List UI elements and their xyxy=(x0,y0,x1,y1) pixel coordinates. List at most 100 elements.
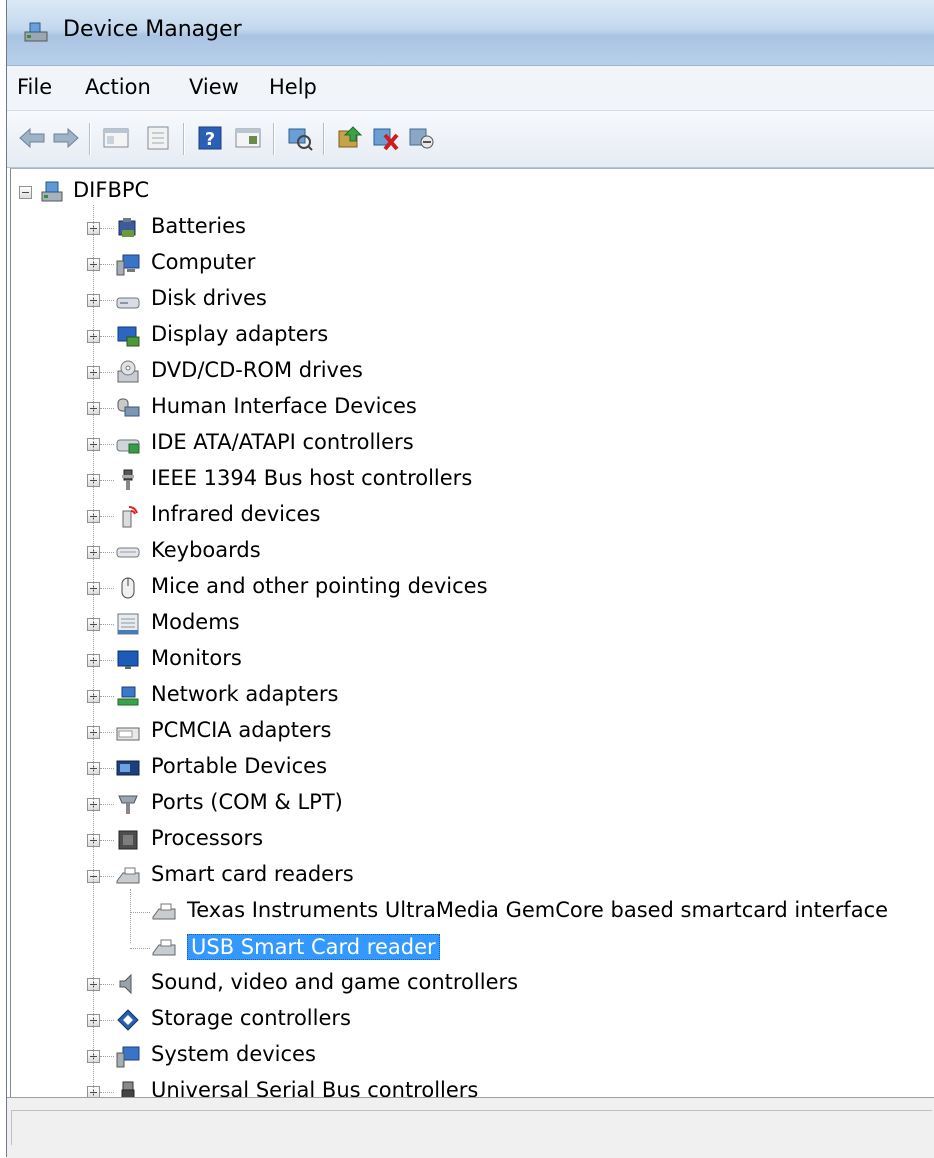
tree-connector-line xyxy=(100,516,114,517)
computer-icon xyxy=(116,254,140,276)
status-bar xyxy=(7,1097,934,1158)
tree-category-node[interactable]: Batteries xyxy=(11,211,931,245)
tree-connector-line xyxy=(130,912,150,913)
tree-node-label: Mice and other pointing devices xyxy=(151,574,488,598)
tree-node-label: DIFBPC xyxy=(73,178,150,202)
tree-category-node[interactable]: Processors xyxy=(11,823,931,857)
tree-connector-line xyxy=(130,948,150,949)
tree-category-node[interactable]: Human Interface Devices xyxy=(11,391,931,425)
ieee1394-icon xyxy=(122,469,134,490)
tree-connector-line xyxy=(100,768,114,769)
menu-bar: File Action View Help xyxy=(7,66,934,111)
tree-category-node[interactable]: DVD/CD-ROM drives xyxy=(11,355,931,389)
tree-node-label: Modems xyxy=(151,610,240,634)
tree-category-node[interactable]: Portable Devices xyxy=(11,751,931,785)
tree-node-label: Infrared devices xyxy=(151,502,321,526)
tree-category-node[interactable]: PCMCIA adapters xyxy=(11,715,931,749)
tree-category-node[interactable]: Ports (COM & LPT) xyxy=(11,787,931,821)
tree-connector-line xyxy=(100,1056,114,1057)
tree-category-node[interactable]: Keyboards xyxy=(11,535,931,569)
tree-category-node[interactable]: Monitors xyxy=(11,643,931,677)
forward-icon[interactable] xyxy=(51,123,81,153)
tree-node-label: Network adapters xyxy=(151,682,339,706)
update-driver-icon[interactable] xyxy=(335,123,365,153)
hid-icon xyxy=(117,398,140,417)
tree-connector-line xyxy=(93,205,94,1096)
toolbar-separator xyxy=(273,123,275,155)
device-manager-window: Device Manager File Action View Help ? D… xyxy=(6,0,934,1158)
tree-connector-line xyxy=(100,660,114,661)
tree-category-node[interactable]: Computer xyxy=(11,247,931,281)
tree-node-label: IDE ATA/ATAPI controllers xyxy=(151,430,414,454)
tree-connector-line xyxy=(100,372,114,373)
scan-hardware-icon[interactable] xyxy=(285,123,315,153)
tree-node-label: Sound, video and game controllers xyxy=(151,970,519,994)
status-panel xyxy=(11,1110,932,1145)
disk-drive-icon xyxy=(116,297,140,309)
tree-connector-line xyxy=(100,984,114,985)
tree-category-node[interactable]: Smart card readers xyxy=(11,859,931,893)
device-tree[interactable]: DIFBPC Batteries Computer Disk drives Displa… xyxy=(10,168,934,1097)
tree-connector-line xyxy=(100,804,114,805)
tree-category-node[interactable]: Universal Serial Bus controllers xyxy=(11,1075,931,1097)
tree-node-label: Human Interface Devices xyxy=(151,394,417,418)
tree-category-node[interactable]: IDE ATA/ATAPI controllers xyxy=(11,427,931,461)
tree-category-node[interactable]: Infrared devices xyxy=(11,499,931,533)
ide-controller-icon xyxy=(116,439,140,454)
modem-icon xyxy=(117,613,139,635)
uninstall-icon[interactable] xyxy=(371,123,401,153)
menu-action-label: Action xyxy=(85,75,151,99)
monitor-icon xyxy=(117,650,139,669)
menu-view[interactable]: View xyxy=(189,75,239,99)
tree-category-node[interactable]: Sound, video and game controllers xyxy=(11,967,931,1001)
menu-help[interactable]: Help xyxy=(269,75,317,99)
toolbar: ? xyxy=(7,111,934,168)
tree-node-label: Disk drives xyxy=(151,286,267,310)
help-icon[interactable]: ? xyxy=(195,123,225,153)
usb-icon xyxy=(121,1081,135,1097)
menu-view-label: View xyxy=(189,75,239,99)
tree-connector-line xyxy=(100,408,114,409)
tree-category-node[interactable]: Mice and other pointing devices xyxy=(11,571,931,605)
tree-connector-line xyxy=(100,1092,114,1093)
properties-icon[interactable] xyxy=(143,123,173,153)
keyboard-icon xyxy=(116,547,140,558)
tree-node-label: Batteries xyxy=(151,214,246,238)
tree-category-node[interactable]: Network adapters xyxy=(11,679,931,713)
tree-connector-line xyxy=(100,1020,114,1021)
tree-connector-line xyxy=(100,552,114,553)
tree-connector-line xyxy=(100,480,114,481)
tree-category-node[interactable]: Modems xyxy=(11,607,931,641)
tree-category-node[interactable]: Storage controllers xyxy=(11,1003,931,1037)
tree-category-node[interactable]: Disk drives xyxy=(11,283,931,317)
tree-node-label: DVD/CD-ROM drives xyxy=(151,358,363,382)
tree-category-node[interactable]: Display adapters xyxy=(11,319,931,353)
pcmcia-icon xyxy=(116,727,140,741)
tree-node-label: Texas Instruments UltraMedia GemCore bas… xyxy=(187,898,889,922)
tree-category-node[interactable]: System devices xyxy=(11,1039,931,1073)
menu-file-label: File xyxy=(17,75,53,99)
menu-file[interactable]: File xyxy=(17,75,52,99)
tree-connector-line xyxy=(100,696,114,697)
title-bar[interactable]: Device Manager xyxy=(7,0,934,66)
tree-connector-line xyxy=(100,336,114,337)
tree-category-node[interactable]: IEEE 1394 Bus host controllers xyxy=(11,463,931,497)
back-icon[interactable] xyxy=(17,123,47,153)
collapse-icon[interactable] xyxy=(19,186,32,199)
smart-card-device-icon xyxy=(152,939,176,956)
tree-node-label: PCMCIA adapters xyxy=(151,718,332,742)
window-title: Device Manager xyxy=(63,17,242,42)
display-adapter-icon xyxy=(117,326,140,347)
network-adapter-icon xyxy=(117,686,139,706)
menu-action[interactable]: Action xyxy=(85,75,151,99)
disable-icon[interactable] xyxy=(407,123,437,153)
tree-connector-line xyxy=(100,228,114,229)
tree-root-node[interactable]: DIFBPC xyxy=(11,175,931,209)
smart-card-reader-icon xyxy=(116,867,140,884)
tree-node-label: Computer xyxy=(151,250,256,274)
menu-help-label: Help xyxy=(269,75,317,99)
portable-device-icon xyxy=(116,760,140,776)
details-view-icon[interactable] xyxy=(233,123,263,153)
tree-view-icon[interactable] xyxy=(101,123,131,153)
tree-node-label: Portable Devices xyxy=(151,754,328,778)
